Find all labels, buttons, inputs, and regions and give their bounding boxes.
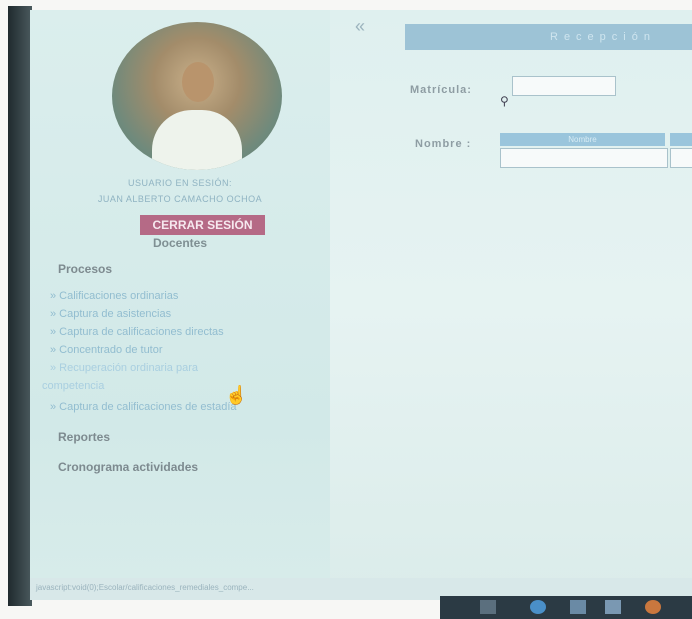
hand-cursor-icon: ☝ [225,385,248,405]
browser-viewport: USUARIO EN SESIÓN: JUAN ALBERTO CAMACHO … [30,10,692,600]
matricula-input[interactable] [512,76,616,96]
collapse-sidebar-icon[interactable]: « [355,16,365,37]
file-explorer-icon[interactable] [570,600,586,614]
sidebar: USUARIO EN SESIÓN: JUAN ALBERTO CAMACHO … [30,10,330,600]
menu-item-captura-asistencias[interactable]: » Captura de asistencias [50,308,171,320]
firefox-icon[interactable] [645,600,661,614]
avatar-shirt [152,110,242,170]
nombre-input[interactable] [500,148,668,168]
avatar-face [182,62,214,102]
apellido-input[interactable] [670,148,692,168]
menu-item-calificaciones-ordinarias[interactable]: » Calificaciones ordinarias [50,290,178,302]
nombre-column-header: Nombre [500,133,665,146]
section-reportes[interactable]: Reportes [58,430,110,444]
binoculars-search-icon[interactable]: ⚲ [500,94,509,108]
second-column-header [670,133,692,146]
store-icon[interactable] [605,600,621,614]
section-cronograma[interactable]: Cronograma actividades [58,460,198,474]
status-link-text: javascript:void(0);Escolar/calificacione… [36,583,254,592]
menu-item-recuperacion-ordinaria[interactable]: » Recuperación ordinaria para [50,362,198,374]
nombre-label: Nombre : [415,138,472,150]
menu-item-recuperacion-ordinaria-continued[interactable]: competencia [42,380,104,392]
avatar [112,22,282,170]
session-user-name: JUAN ALBERTO CAMACHO OCHOA [97,194,263,204]
menu-item-captura-calificaciones-directas[interactable]: » Captura de calificaciones directas [50,326,224,338]
logout-button[interactable]: CERRAR SESIÓN [140,215,265,235]
windows-taskbar [440,596,692,619]
task-view-icon[interactable] [480,600,496,614]
session-user-label: USUARIO EN SESIÓN: [127,178,233,188]
edge-browser-icon[interactable] [530,600,546,614]
section-procesos[interactable]: Procesos [58,262,112,276]
menu-item-concentrado-tutor[interactable]: » Concentrado de tutor [50,344,163,356]
monitor-bezel [8,6,32,606]
page-title-bar: Recepción [405,24,692,50]
role-heading: Docentes [152,236,208,250]
matricula-label: Matrícula: [410,84,472,96]
menu-item-calificaciones-estadia[interactable]: » Captura de calificaciones de estadía [50,401,237,413]
